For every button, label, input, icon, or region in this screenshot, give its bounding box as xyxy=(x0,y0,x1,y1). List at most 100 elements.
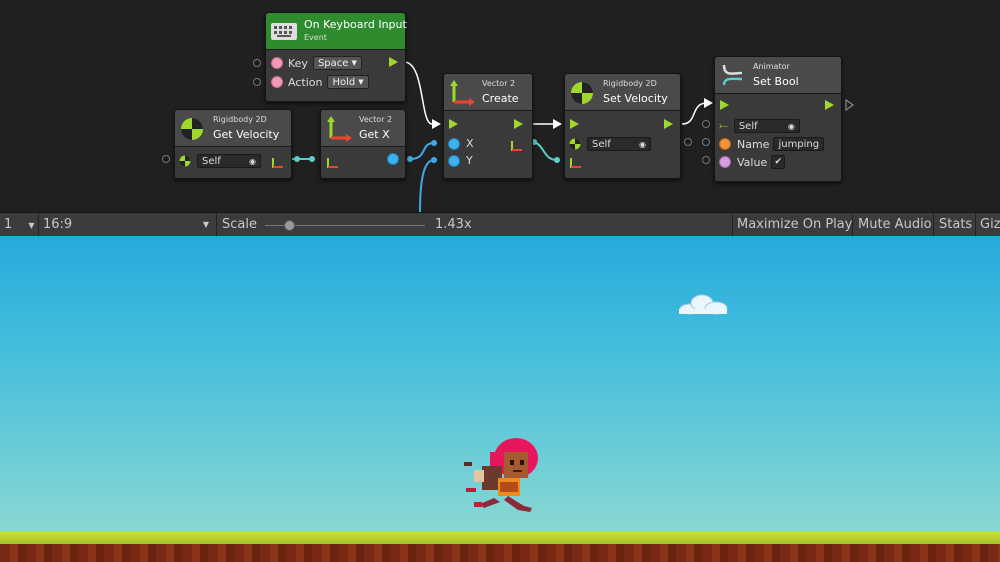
vector2-input-icon[interactable] xyxy=(326,154,340,173)
name-input-port[interactable] xyxy=(702,138,710,146)
divider xyxy=(216,213,217,237)
name-label: Name xyxy=(737,137,770,151)
vector2-icon xyxy=(449,80,475,110)
vector2-output-icon[interactable] xyxy=(271,154,285,173)
mute-audio-button[interactable]: Mute Audio xyxy=(858,213,932,237)
target-picker-icon: ◉ xyxy=(787,121,795,131)
player-character-sprite xyxy=(464,438,538,512)
key-pin[interactable] xyxy=(271,57,283,69)
node-title: Set Bool xyxy=(753,75,799,88)
node-subtitle: Event xyxy=(304,33,327,42)
action-dropdown[interactable]: Hold ▼ xyxy=(327,75,369,89)
target-field[interactable]: Self ◉ xyxy=(197,154,261,168)
node-rigidbody2d-get-velocity[interactable]: Rigidbody 2D Get Velocity Self ◉ xyxy=(174,109,292,179)
animator-icon xyxy=(721,63,745,91)
scale-value: 1.43x xyxy=(435,217,472,232)
gizmos-button[interactable]: Giz xyxy=(980,213,1000,237)
action-label: Action xyxy=(288,75,323,89)
target-input-port[interactable] xyxy=(702,120,710,128)
x-label: X xyxy=(466,137,474,150)
game-view-toolbar: 1 ▼ 16:9 ▼ Scale 1.43x Maximize On Play … xyxy=(0,212,1000,238)
target-field[interactable]: Self ◉ xyxy=(587,137,651,151)
ground-dirt xyxy=(0,544,1000,562)
target-picker-icon: ◉ xyxy=(249,156,256,166)
node-title: Create xyxy=(482,92,519,105)
node-animator-set-bool[interactable]: Animator Set Bool ⤚ Self ◉ Name jumping V… xyxy=(714,56,842,182)
node-vector2-create[interactable]: Vector 2 Create X Y xyxy=(443,73,533,179)
aspect-dropdown[interactable]: 16:9 ▼ xyxy=(43,213,211,237)
target-row: ⤚ Self ◉ xyxy=(719,119,800,133)
y-label: Y xyxy=(466,154,473,167)
y-input-pin[interactable] xyxy=(448,154,460,167)
float-wire-getx-create-x xyxy=(409,142,435,160)
node-on-keyboard-input[interactable]: On Keyboard Input Event Key Space ▼ Actio… xyxy=(265,12,407,102)
divider xyxy=(975,213,976,237)
action-row: Action Hold ▼ xyxy=(271,75,369,89)
flow-input-arrow[interactable] xyxy=(720,100,729,110)
stats-button[interactable]: Stats xyxy=(939,213,972,237)
vector2-icon xyxy=(326,116,352,146)
x-input-pin[interactable] xyxy=(448,137,460,150)
chevron-down-icon: ▼ xyxy=(351,59,357,67)
chevron-down-icon: ▼ xyxy=(358,78,364,86)
node-title: Set Velocity xyxy=(603,92,668,105)
action-input-port[interactable] xyxy=(253,78,261,86)
chevron-down-icon: ▼ xyxy=(28,221,35,230)
node-header: Rigidbody 2D Set Velocity xyxy=(565,74,680,111)
display-dropdown[interactable]: 1 ▼ xyxy=(4,213,35,237)
node-header: Vector 2 Create xyxy=(444,74,532,111)
flow-output-arrow[interactable] xyxy=(664,119,673,129)
node-subtitle: Animator xyxy=(753,62,790,71)
node-subtitle: Vector 2 xyxy=(359,115,393,124)
flow-output-arrow[interactable] xyxy=(389,57,398,67)
node-header: Rigidbody 2D Get Velocity xyxy=(175,110,291,147)
y-row: Y xyxy=(448,154,473,167)
key-dropdown[interactable]: Space ▼ xyxy=(312,56,362,70)
key-input-port[interactable] xyxy=(253,59,261,67)
float-wire-external-create-y xyxy=(419,159,435,212)
value-row: Value ✔ xyxy=(719,155,786,169)
float-output-pin[interactable] xyxy=(387,153,399,165)
x-row: X xyxy=(448,137,474,150)
target-input-port[interactable] xyxy=(684,138,692,146)
target-picker-icon: ◉ xyxy=(639,139,646,149)
node-header: Vector 2 Get X xyxy=(321,110,405,147)
target-input-port[interactable] xyxy=(162,155,170,163)
flow-out-empty-arrow xyxy=(845,98,855,112)
value-checkbox[interactable]: ✔ xyxy=(771,155,786,169)
scale-label: Scale xyxy=(222,217,257,232)
target-row: Self ◉ xyxy=(569,137,651,151)
value-pin[interactable] xyxy=(719,156,731,168)
divider xyxy=(852,213,853,237)
flow-arrow-head xyxy=(704,98,713,108)
node-subtitle: Rigidbody 2D xyxy=(603,79,657,88)
name-field[interactable]: jumping xyxy=(773,137,825,151)
script-graph-canvas[interactable]: On Keyboard Input Event Key Space ▼ Actio… xyxy=(0,0,1000,212)
flow-output-arrow[interactable] xyxy=(514,119,523,129)
rigidbody-small-icon xyxy=(179,155,191,167)
cloud-icon xyxy=(679,294,728,315)
vector2-input-icon[interactable] xyxy=(569,154,583,173)
flow-input-arrow[interactable] xyxy=(449,119,458,129)
node-rigidbody2d-set-velocity[interactable]: Rigidbody 2D Set Velocity Self ◉ xyxy=(564,73,681,179)
target-field[interactable]: Self ◉ xyxy=(733,119,800,133)
node-subtitle: Vector 2 xyxy=(482,79,516,88)
animator-small-icon: ⤚ xyxy=(719,119,728,132)
vector2-output-icon[interactable] xyxy=(510,137,524,156)
node-title: Get Velocity xyxy=(213,128,280,141)
node-title: Get X xyxy=(359,128,390,141)
scale-slider-thumb[interactable] xyxy=(284,220,295,231)
target-row: Self ◉ xyxy=(179,154,261,168)
game-view[interactable] xyxy=(0,236,1000,562)
divider xyxy=(933,213,934,237)
flow-output-arrow[interactable] xyxy=(825,100,834,110)
key-row: Key Space ▼ xyxy=(271,56,362,70)
rigidbody-icon xyxy=(180,117,204,145)
name-pin[interactable] xyxy=(719,138,731,150)
maximize-on-play-button[interactable]: Maximize On Play xyxy=(737,213,852,237)
value-input-port[interactable] xyxy=(702,156,710,164)
node-vector2-get-x[interactable]: Vector 2 Get X xyxy=(320,109,406,179)
flow-input-arrow[interactable] xyxy=(570,119,579,129)
action-pin[interactable] xyxy=(271,76,283,88)
divider xyxy=(732,213,733,237)
